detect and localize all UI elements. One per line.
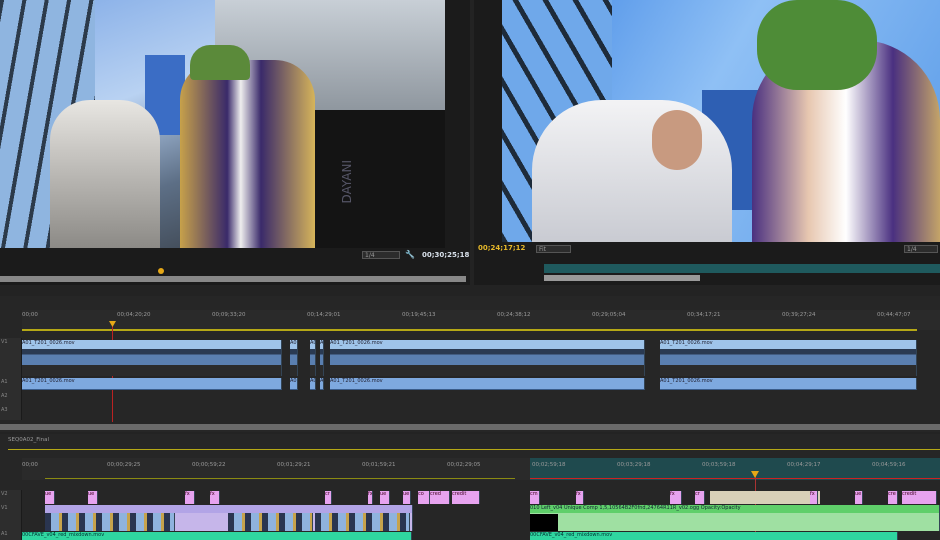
source-timecode: 00;30;25;18 bbox=[422, 251, 470, 259]
adjustment-clip[interactable]: ue bbox=[855, 491, 863, 504]
upper-timeline: 00;00 00;04;20;20 00;09;33;20 00;14;29;01 00… bbox=[0, 296, 940, 432]
program-zoom-bar[interactable] bbox=[544, 275, 700, 281]
audio-clip[interactable]: A01_T201_0026.mov bbox=[320, 378, 324, 390]
track-header[interactable]: A3 bbox=[0, 406, 22, 420]
upper-scrollbar[interactable] bbox=[0, 424, 940, 430]
ruler-tick-label: 00;00;59;22 bbox=[192, 462, 226, 468]
source-monitor: DAYANI 1/4 🔧 00;30;25;18 bbox=[0, 0, 470, 285]
adjustment-clip[interactable]: cr bbox=[325, 491, 332, 504]
track-header[interactable]: V1 bbox=[0, 338, 22, 378]
ruler-tick-label: 00;03;59;18 bbox=[702, 462, 736, 468]
sign-text: DAYANI bbox=[340, 160, 354, 204]
video-clip[interactable]: A01_T201_0026.mov bbox=[660, 340, 917, 376]
ruler-tick-label: 00;19;45;13 bbox=[402, 312, 436, 318]
track-header[interactable]: A2 bbox=[0, 392, 22, 406]
source-zoom-bar[interactable] bbox=[0, 276, 466, 282]
video-clip[interactable]: A01_T201_0026.mov bbox=[310, 340, 316, 376]
audio-clip[interactable]: A01_T201_0026.mov bbox=[330, 378, 645, 390]
ruler-tick-label: 00;14;29;01 bbox=[307, 312, 341, 318]
playhead-marker-icon[interactable] bbox=[158, 268, 164, 274]
program-video-frame bbox=[502, 0, 940, 242]
audio-clip[interactable]: 00CFAVE_v04_red_mixdown.mov bbox=[530, 532, 898, 540]
program-timecode: 00;24;17;12 bbox=[478, 244, 526, 252]
adjustment-clip[interactable]: cred bbox=[430, 491, 450, 504]
source-scroll[interactable] bbox=[445, 0, 470, 248]
audio-clip[interactable]: A01_T201_0026.mov bbox=[290, 378, 298, 390]
source-zoom-dropdown[interactable]: 1/4 bbox=[362, 251, 400, 259]
ruler-tick-label: 00;02;29;05 bbox=[447, 462, 481, 468]
video-clip[interactable]: A01_T201_0026.mov bbox=[320, 340, 324, 376]
program-monitor: 00;24;17;12 Fit 1/4 bbox=[474, 0, 940, 285]
green-video-clip[interactable]: 010 Left_v04 Unique Comp 1,5,10564B2F0fn… bbox=[530, 505, 940, 531]
adjustment-clip[interactable]: co bbox=[418, 491, 430, 504]
ruler-tick-label: 00;09;33;20 bbox=[212, 312, 246, 318]
ruler-tick-label: 00;39;27;24 bbox=[782, 312, 816, 318]
ruler-tick-label: 00;44;47;07 bbox=[877, 312, 911, 318]
adjustment-range[interactable] bbox=[710, 491, 820, 504]
adjustment-clip[interactable]: ue bbox=[380, 491, 390, 504]
adjustment-clip[interactable]: fx bbox=[670, 491, 682, 504]
fit-dropdown[interactable]: Fit bbox=[536, 245, 571, 253]
adjustment-clip[interactable]: credit bbox=[452, 491, 480, 504]
adjustment-clip[interactable]: cr bbox=[695, 491, 705, 504]
video-clip[interactable]: A01_T201_0026.mov bbox=[330, 340, 645, 376]
ruler-tick-label: 00;02;59;18 bbox=[532, 462, 566, 468]
adjustment-clip[interactable]: cm bbox=[530, 491, 540, 504]
ruler-tick-label: 00;04;29;17 bbox=[787, 462, 821, 468]
video-clip[interactable]: A01_T201_0026.mov bbox=[290, 340, 298, 376]
ruler-tick-label: 00;34;17;21 bbox=[687, 312, 721, 318]
adjustment-clip[interactable]: fx bbox=[210, 491, 220, 504]
audio-clip[interactable]: A01_T201_0026.mov bbox=[310, 378, 316, 390]
lower-timeline: SEQ0A02_Final 00;00 00;00;29;25 00;00;59;2… bbox=[0, 434, 940, 540]
resolution-dropdown[interactable]: 1/4 bbox=[904, 245, 938, 253]
adjustment-clip[interactable]: fx bbox=[368, 491, 373, 504]
ruler-tick-label: 00;04;20;20 bbox=[117, 312, 151, 318]
track-header[interactable]: V1 bbox=[0, 504, 22, 530]
adjustment-clip[interactable]: cre bbox=[888, 491, 898, 504]
clip-thumbnails bbox=[315, 513, 410, 531]
track-header[interactable]: A1 bbox=[0, 378, 22, 392]
sequence-tab[interactable]: SEQ0A02_Final bbox=[8, 437, 128, 447]
adjustment-clip[interactable]: fx bbox=[185, 491, 195, 504]
adjustment-clip[interactable]: ue bbox=[403, 491, 411, 504]
audio-clip[interactable]: 00CFAVE_v04_red_mixdown.mov bbox=[22, 532, 412, 540]
adjustment-clip[interactable]: ue bbox=[88, 491, 98, 504]
adjustment-clip[interactable]: ue bbox=[45, 491, 55, 504]
adjustment-clip[interactable]: credit bbox=[902, 491, 937, 504]
wrench-icon[interactable]: 🔧 bbox=[405, 250, 415, 259]
clip-thumbnails bbox=[45, 513, 175, 531]
adjustment-clip[interactable]: fx bbox=[576, 491, 584, 504]
upper-work-area-bar[interactable] bbox=[22, 329, 917, 331]
upper-ruler[interactable]: 00;00 00;04;20;20 00;09;33;20 00;14;29;01 00… bbox=[22, 310, 940, 330]
video-clip[interactable]: A01_T201_0026.mov bbox=[22, 340, 282, 376]
ruler-tick-label: 00;00 bbox=[22, 312, 38, 318]
black-clip bbox=[530, 514, 558, 531]
ruler-tick-label: 00;01;29;21 bbox=[277, 462, 311, 468]
audio-clip[interactable]: A01_T201_0026.mov bbox=[660, 378, 917, 390]
ruler-tick-label: 00;01;59;21 bbox=[362, 462, 396, 468]
track-header[interactable]: V2 bbox=[0, 490, 22, 504]
clip-thumbnails bbox=[228, 513, 313, 531]
audio-clip[interactable]: A01_T201_0026.mov bbox=[22, 378, 282, 390]
ruler-tick-label: 00;03;29;18 bbox=[617, 462, 651, 468]
ruler-tick-label: 00;24;38;12 bbox=[497, 312, 531, 318]
ruler-tick-label: 00;29;05;04 bbox=[592, 312, 626, 318]
ruler-tick-label: 00;00 bbox=[22, 462, 38, 468]
source-video-frame: DAYANI bbox=[0, 0, 445, 248]
adjustment-clip[interactable]: fx bbox=[810, 491, 818, 504]
ruler-tick-label: 00;00;29;25 bbox=[107, 462, 141, 468]
track-header[interactable]: A1 bbox=[0, 530, 22, 540]
ruler-tick-label: 00;04;59;16 bbox=[872, 462, 906, 468]
program-in-out-bar[interactable] bbox=[544, 264, 940, 273]
